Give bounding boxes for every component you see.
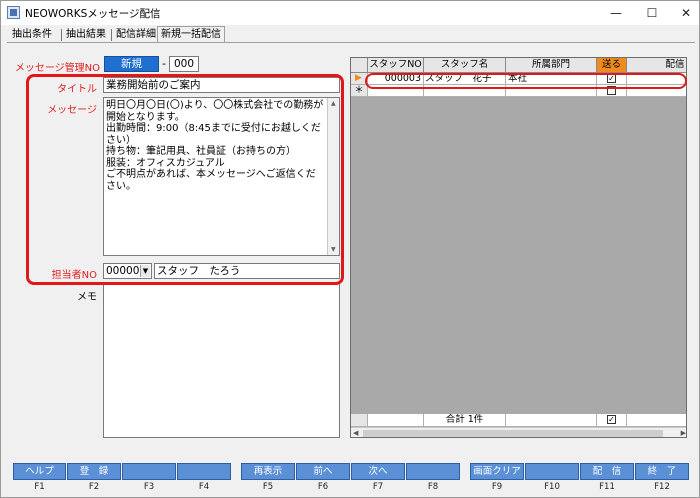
scroll-thumb[interactable]	[363, 430, 663, 437]
tab-new-bulk-delivery[interactable]: 新規一括配信	[157, 26, 225, 43]
footer-total: 合計 1件	[424, 414, 506, 427]
footer-send-checkbox[interactable]: ✓	[607, 415, 616, 424]
f8-button[interactable]	[406, 463, 460, 480]
f3-button[interactable]	[122, 463, 176, 480]
row-selector[interactable]: ▶	[351, 73, 368, 85]
new-cell-delivery-date[interactable]	[627, 85, 686, 97]
staff-no-label: 担当者NO	[51, 270, 97, 281]
f9-clear-button[interactable]: 画面クリア	[470, 463, 524, 480]
scroll-up-icon[interactable]: ▲	[331, 100, 336, 107]
app-window: NEOWORKSメッセージ配信 — ☐ ✕ 抽出条件 抽出結果 配信詳細 新規一…	[0, 0, 700, 498]
message-scrollbar[interactable]: ▲ ▼	[327, 98, 339, 255]
f10-button[interactable]	[525, 463, 579, 480]
f6-prev-button[interactable]: 前へ	[296, 463, 350, 480]
app-icon	[7, 6, 20, 19]
new-cell-department[interactable]	[506, 85, 597, 97]
col-header-delivery-date[interactable]: 配信日	[627, 58, 686, 73]
col-header-send[interactable]: 送る	[597, 58, 627, 73]
cell-delivery-date[interactable]	[627, 73, 686, 85]
minimize-button[interactable]: —	[601, 3, 631, 23]
footer-cell-department	[506, 414, 597, 427]
f11-send-button[interactable]: 配 信	[580, 463, 634, 480]
footer-cell-send: ✓	[597, 414, 627, 427]
message-label: メッセージ	[47, 105, 97, 116]
memo-textarea[interactable]	[103, 283, 340, 438]
message-no-label: メッセージ管理NO	[14, 63, 100, 74]
f2-key-label: F2	[88, 482, 100, 492]
message-sub-no-field[interactable]: 000	[169, 56, 199, 72]
title-bar: NEOWORKSメッセージ配信 — ☐ ✕	[1, 1, 699, 25]
f10-key-label: F10	[544, 482, 560, 492]
staff-no-select[interactable]: 000002 ▼	[103, 263, 152, 279]
tab-extract-results[interactable]: 抽出結果	[63, 28, 109, 43]
title-input[interactable]: 業務開始前のご案内	[103, 77, 340, 93]
col-header-staff-name[interactable]: スタッフ名	[424, 58, 506, 73]
footer-cell-delivery-date	[627, 414, 686, 427]
memo-label: メモ	[77, 292, 97, 303]
window-title: NEOWORKSメッセージ配信	[25, 8, 161, 20]
grid-corner-header	[351, 58, 368, 73]
f4-key-label: F4	[198, 482, 210, 492]
tab-delivery-details[interactable]: 配信詳細	[113, 28, 159, 43]
tab-extract-conditions[interactable]: 抽出条件	[9, 28, 55, 43]
chevron-down-icon[interactable]: ▼	[140, 265, 150, 277]
f12-exit-button[interactable]: 終 了	[635, 463, 689, 480]
col-header-department[interactable]: 所属部門	[506, 58, 597, 73]
cell-send[interactable]: ✓	[597, 73, 627, 85]
message-no-dash: -	[162, 57, 166, 70]
new-cell-staff-no[interactable]	[368, 85, 424, 97]
tab-separator	[111, 29, 112, 41]
f9-key-label: F9	[491, 482, 503, 492]
f5-refresh-button[interactable]: 再表示	[241, 463, 295, 480]
f5-key-label: F5	[262, 482, 274, 492]
col-header-staff-no[interactable]: スタッフNO	[368, 58, 424, 73]
footer-cell-staff-no	[368, 414, 424, 427]
close-button[interactable]: ✕	[671, 3, 700, 23]
scroll-left-icon[interactable]: ◀	[353, 429, 358, 437]
maximize-button[interactable]: ☐	[637, 3, 667, 23]
f7-key-label: F7	[372, 482, 384, 492]
new-row-selector[interactable]: ＊	[351, 85, 368, 97]
f8-key-label: F8	[427, 482, 439, 492]
footer-corner	[351, 414, 368, 427]
f2-register-button[interactable]: 登 録	[67, 463, 121, 480]
cell-staff-no[interactable]: 000003	[368, 73, 424, 85]
tab-divider	[7, 42, 695, 43]
f12-key-label: F12	[654, 482, 670, 492]
row-pointer-icon: ▶	[355, 73, 362, 83]
f7-next-button[interactable]: 次へ	[351, 463, 405, 480]
scroll-down-icon[interactable]: ▼	[331, 246, 336, 253]
new-send-checkbox[interactable]	[607, 86, 616, 95]
function-key-bar: ヘルプ 登 録 再表示 前へ 次へ 画面クリア 配 信 終 了 F1 F2 F3…	[1, 457, 699, 497]
message-textarea[interactable]: 明日〇月〇日(〇)より、〇〇株式会社での勤務が開始となります。 出勤時間：9:0…	[103, 97, 340, 256]
f3-key-label: F3	[143, 482, 155, 492]
f1-key-label: F1	[34, 482, 45, 492]
send-checkbox[interactable]: ✓	[607, 74, 616, 83]
tab-separator	[61, 29, 62, 41]
f4-button[interactable]	[177, 463, 231, 480]
f1-help-button[interactable]: ヘルプ	[13, 463, 66, 480]
title-label: タイトル	[57, 84, 97, 95]
cell-staff-name[interactable]: スタッフ 花子	[424, 73, 506, 85]
new-cell-send[interactable]	[597, 85, 627, 97]
f11-key-label: F11	[599, 482, 615, 492]
message-no-field[interactable]: 新規	[104, 56, 159, 72]
staff-grid[interactable]: スタッフNO スタッフ名 所属部門 送る 配信日 ▶ 000003 スタッフ 花…	[350, 57, 687, 438]
scroll-right-icon[interactable]: ▶	[681, 429, 686, 437]
cell-department[interactable]: 本社	[506, 73, 597, 85]
new-cell-staff-name[interactable]	[424, 85, 506, 97]
staff-name-field: スタッフ たろう	[154, 263, 340, 279]
grid-horizontal-scrollbar[interactable]: ◀ ▶	[351, 427, 686, 437]
f6-key-label: F6	[317, 482, 329, 492]
